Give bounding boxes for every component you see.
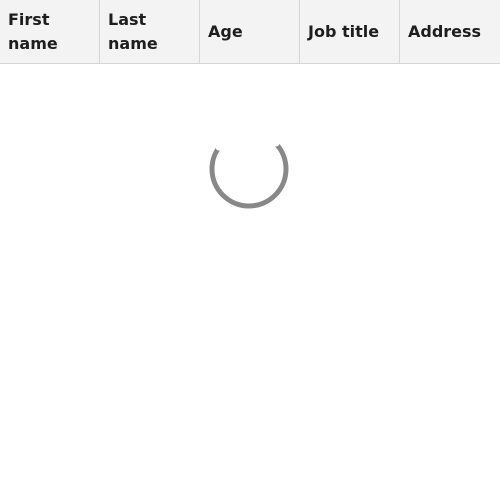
column-header-label: Address bbox=[408, 22, 482, 41]
column-header-address[interactable]: Address bbox=[400, 0, 500, 64]
column-header-last-name[interactable]: Last name bbox=[100, 0, 200, 64]
column-header-label: Age bbox=[208, 22, 243, 41]
column-header-first-name[interactable]: First name bbox=[0, 0, 100, 64]
column-header-label: Job title bbox=[308, 22, 380, 41]
table-body bbox=[0, 64, 500, 500]
column-header-label: First name bbox=[8, 10, 58, 53]
spinner-highlight bbox=[215, 128, 280, 151]
data-grid: First name Last name Age Job title Addre… bbox=[0, 0, 500, 500]
table-header-row: First name Last name Age Job title Addre… bbox=[0, 0, 500, 64]
column-header-age[interactable]: Age bbox=[200, 0, 300, 64]
column-header-job-title[interactable]: Job title bbox=[300, 0, 400, 64]
loading-spinner-icon bbox=[209, 128, 289, 209]
column-header-label: Last name bbox=[108, 10, 158, 53]
